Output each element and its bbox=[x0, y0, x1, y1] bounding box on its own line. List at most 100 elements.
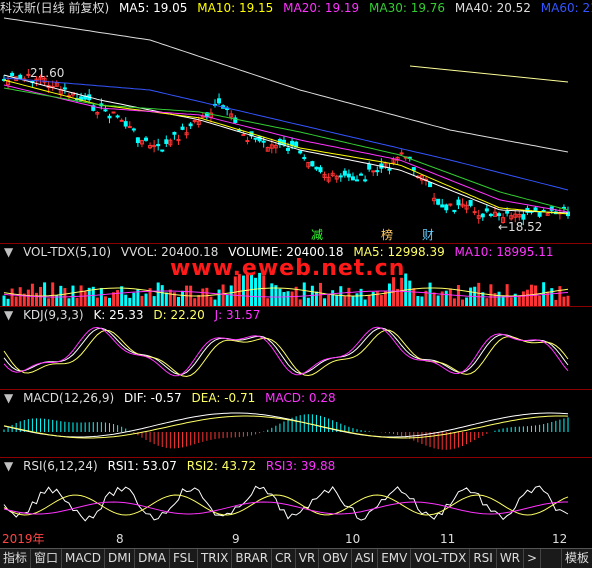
candle-body bbox=[241, 134, 246, 137]
kdj-d-line bbox=[3, 329, 569, 378]
volume-bar bbox=[221, 284, 225, 306]
tab-emv[interactable]: EMV bbox=[378, 549, 412, 568]
candle-body bbox=[111, 111, 116, 114]
tab-fsl[interactable]: FSL bbox=[170, 549, 198, 568]
volume-bar bbox=[538, 295, 542, 306]
upper-band-line bbox=[409, 65, 569, 83]
candle-body bbox=[375, 170, 380, 173]
candle-body bbox=[127, 126, 132, 129]
tab-rsi[interactable]: RSI bbox=[470, 549, 497, 568]
price-panel[interactable]: 科沃斯(日线 前复权) MA5: 19.05 MA10: 19.15 MA20:… bbox=[0, 0, 592, 243]
candle-body bbox=[192, 119, 197, 122]
volume-bar bbox=[452, 298, 456, 306]
volume-bar bbox=[71, 285, 75, 306]
tab-window[interactable]: 窗口 bbox=[31, 549, 63, 568]
volume-bar bbox=[525, 289, 529, 306]
volume-bar bbox=[562, 296, 566, 306]
tab-more-arrow[interactable]: > bbox=[524, 549, 542, 568]
volume-bar bbox=[501, 295, 505, 306]
volume-bar bbox=[400, 277, 404, 306]
volume-bar bbox=[193, 298, 197, 306]
volume-bar bbox=[103, 296, 107, 306]
volume-bar bbox=[436, 295, 440, 306]
volume-bar bbox=[270, 283, 274, 306]
candle-body bbox=[472, 211, 477, 214]
volume-bar bbox=[140, 295, 144, 306]
tab-wr[interactable]: WR bbox=[497, 549, 525, 568]
candle-body bbox=[135, 137, 140, 144]
volume-bar bbox=[566, 295, 570, 306]
rsi1-line bbox=[3, 485, 569, 522]
tab-asi[interactable]: ASI bbox=[352, 549, 379, 568]
candle-body bbox=[131, 128, 136, 131]
volume-bar bbox=[120, 286, 124, 306]
time-axis: 2019年 8 9 10 11 12 bbox=[0, 531, 592, 547]
volume-bar bbox=[339, 286, 343, 306]
candle-body bbox=[537, 212, 542, 217]
tab-dmi[interactable]: DMI bbox=[105, 549, 136, 568]
volume-bar bbox=[51, 282, 55, 306]
volume-bar bbox=[59, 285, 63, 306]
volume-bar bbox=[205, 287, 209, 306]
candle-body bbox=[484, 208, 489, 212]
volume-bar bbox=[124, 294, 128, 306]
tab-macd[interactable]: MACD bbox=[62, 549, 106, 568]
tab-template[interactable]: 模板 bbox=[560, 549, 592, 568]
candle-body bbox=[298, 150, 303, 154]
volume-bar bbox=[197, 295, 201, 306]
candle-body bbox=[302, 157, 307, 160]
volume-bar bbox=[34, 292, 38, 306]
candle-body bbox=[261, 140, 266, 143]
candle-body bbox=[62, 87, 67, 90]
volume-bar bbox=[47, 298, 51, 306]
candle-body bbox=[367, 163, 372, 170]
kdj-panel[interactable]: ▼ KDJ(9,3,3) K: 25.33 D: 22.20 J: 31.57 bbox=[0, 306, 592, 389]
candle-body bbox=[363, 179, 368, 182]
candle-body bbox=[359, 173, 364, 176]
candle-body bbox=[188, 123, 193, 127]
candle-body bbox=[350, 176, 355, 181]
volume-bar bbox=[420, 296, 424, 306]
volume-bar bbox=[375, 291, 379, 306]
macd-chart bbox=[3, 412, 569, 450]
tab-trix[interactable]: TRIX bbox=[198, 549, 233, 568]
volume-bar bbox=[83, 291, 87, 306]
tab-dma[interactable]: DMA bbox=[135, 549, 170, 568]
rsi-chart bbox=[3, 485, 569, 522]
volume-bar bbox=[152, 296, 156, 306]
candle-body bbox=[338, 175, 343, 178]
axis-label-month-11: 11 bbox=[440, 532, 456, 546]
volume-bar bbox=[201, 288, 205, 306]
candle-body bbox=[521, 214, 526, 220]
volume-bar bbox=[67, 298, 71, 306]
candle-body bbox=[444, 204, 449, 211]
volume-bar bbox=[306, 297, 310, 306]
tab-cr[interactable]: CR bbox=[272, 549, 296, 568]
volume-bar bbox=[225, 294, 229, 306]
candle-body bbox=[180, 126, 185, 130]
volume-bar bbox=[351, 295, 355, 306]
volume-bar bbox=[254, 277, 258, 306]
watermark-text: www.eweb.net.cn bbox=[170, 256, 406, 281]
rsi-panel[interactable]: ▼ RSI(6,12,24) RSI1: 53.07 RSI2: 43.72 R… bbox=[0, 457, 592, 531]
tab-obv[interactable]: OBV bbox=[319, 549, 352, 568]
volume-bar bbox=[371, 292, 375, 306]
volume-bar bbox=[323, 298, 327, 306]
volume-bar bbox=[509, 297, 513, 306]
tab-vol-tdx[interactable]: VOL-TDX bbox=[411, 549, 471, 568]
tab-brar[interactable]: BRAR bbox=[232, 549, 273, 568]
volume-bar bbox=[286, 291, 290, 306]
volume-bar bbox=[266, 298, 270, 306]
volume-bar bbox=[107, 297, 111, 306]
macd-panel[interactable]: ▼ MACD(12,26,9) DIF: -0.57 DEA: -0.71 MA… bbox=[0, 389, 592, 457]
volume-bar bbox=[2, 295, 6, 306]
candle-body bbox=[452, 209, 457, 212]
volume-bar bbox=[217, 289, 221, 306]
tab-vr[interactable]: VR bbox=[296, 549, 320, 568]
tab-indicator[interactable]: 指标 bbox=[0, 549, 32, 568]
candle-body bbox=[217, 98, 222, 104]
candle-body bbox=[480, 213, 485, 218]
candle-body bbox=[342, 170, 347, 176]
candle-body bbox=[387, 168, 392, 171]
candle-body bbox=[399, 152, 404, 155]
